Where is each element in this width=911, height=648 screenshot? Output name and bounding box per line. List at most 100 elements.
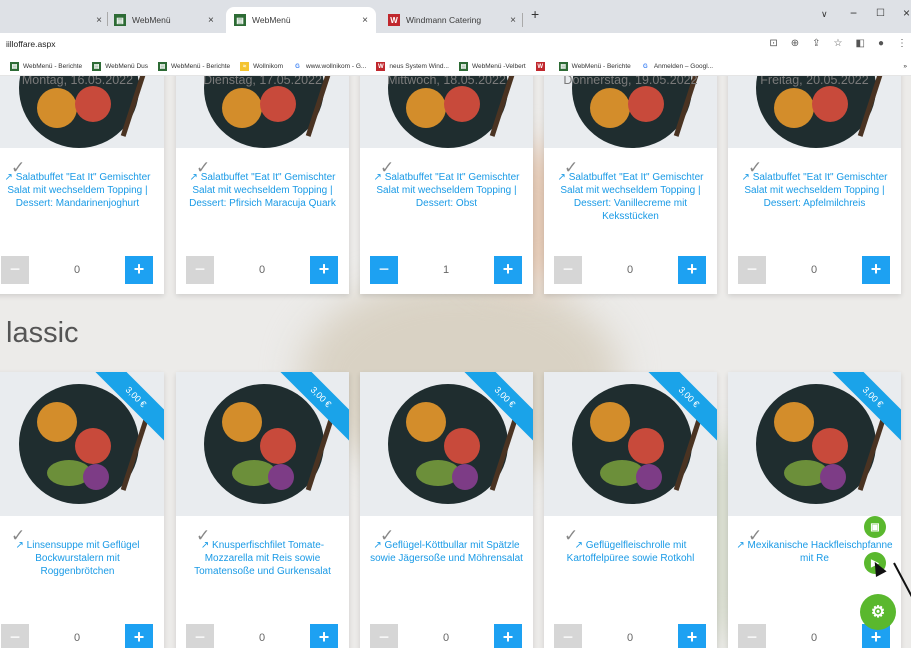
menu-description[interactable]: ↗ Knusperfischfilet Tomate-Mozzarella mi… — [176, 539, 349, 578]
bookmark-item[interactable]: ▤ WebMenü -Velbert — [458, 62, 526, 71]
food-image: Freitag, 20.05.2022 — [728, 76, 901, 148]
increment-button[interactable]: + — [678, 256, 706, 284]
quantity-value[interactable]: 1 — [404, 256, 488, 284]
food-detail — [452, 464, 478, 490]
increment-button[interactable]: + — [310, 624, 338, 648]
page-viewport: lassic Montag, 16.05.2022 ✓ ↗ Salatbuffe… — [0, 76, 911, 648]
decrement-button[interactable]: − — [186, 256, 214, 284]
tab-close-2[interactable]: × — [208, 7, 222, 33]
quantity-value[interactable]: 0 — [220, 256, 304, 284]
decrement-button[interactable]: − — [554, 256, 582, 284]
bookmark-item[interactable]: G Anmelden – Googl... — [641, 62, 713, 71]
food-detail — [222, 402, 262, 442]
bookmarks-overflow-icon[interactable]: » — [903, 63, 907, 70]
menu-icon[interactable]: ⋮ — [897, 38, 907, 49]
zoom-icon[interactable]: ⊕ — [791, 38, 799, 49]
close-icon[interactable]: × — [96, 15, 102, 26]
close-icon[interactable]: × — [510, 15, 516, 26]
star-icon[interactable]: ☆ — [834, 38, 843, 49]
new-tab-icon[interactable]: + — [531, 6, 539, 22]
bookmark-item[interactable]: W — [535, 62, 549, 71]
increment-button[interactable]: + — [494, 256, 522, 284]
food-detail — [636, 464, 662, 490]
menu-description[interactable]: ↗ Salatbuffet "Eat It" Gemischter Salat … — [544, 171, 717, 223]
decrement-button[interactable]: − — [370, 624, 398, 648]
quantity-value[interactable]: 0 — [404, 624, 488, 648]
increment-button[interactable]: + — [125, 256, 153, 284]
food-detail — [406, 402, 446, 442]
profile-icon[interactable]: ● — [878, 38, 884, 49]
browser-tab-2[interactable]: ▤ WebMenü — [110, 7, 218, 33]
menu-description[interactable]: ↗ Salatbuffet "Eat It" Gemischter Salat … — [728, 171, 901, 210]
quantity-value[interactable]: 0 — [588, 624, 672, 648]
quantity-value[interactable]: 0 — [588, 256, 672, 284]
browser-tab-3[interactable]: ▤ WebMenü × — [226, 7, 376, 33]
decrement-button[interactable]: − — [186, 624, 214, 648]
sidepanel-icon[interactable]: ◧ — [856, 38, 865, 49]
increment-button[interactable]: + — [678, 624, 706, 648]
bookmark-item[interactable]: Gwww.wollnikom - G... — [293, 62, 366, 71]
quantity-value[interactable]: 0 — [772, 624, 856, 648]
decrement-button[interactable]: − — [1, 624, 29, 648]
close-icon[interactable]: × — [362, 15, 368, 26]
food-detail — [83, 464, 109, 490]
window-close-icon[interactable]: × — [903, 6, 910, 20]
food-image: Mittwoch, 18.05.2022 — [360, 76, 533, 148]
bookmarks-bar: ▤ WebMenü - Berichte ▤ WebMenü Dus ▤ WebMen… — [0, 58, 911, 76]
decrement-button[interactable]: − — [738, 256, 766, 284]
gears-icon: ⚙ — [870, 604, 886, 621]
bookmark-item[interactable]: ▤ WebMenü Dus — [92, 62, 148, 71]
decrement-button[interactable]: − — [738, 624, 766, 648]
quantity-value[interactable]: 0 — [220, 624, 304, 648]
maximize-icon[interactable]: ☐ — [876, 8, 885, 19]
bookmark-item[interactable]: ▤ WebMenü - Berichte — [158, 62, 230, 71]
quantity-stepper: − 0 + — [554, 624, 706, 648]
quantity-stepper: − 1 + — [370, 256, 522, 284]
menu-description[interactable]: ↗ Geflügelfleischrolle mit Kartoffelpüre… — [544, 539, 717, 565]
increment-button[interactable]: + — [862, 256, 890, 284]
food-detail — [590, 88, 630, 128]
decrement-button[interactable]: − — [370, 256, 398, 284]
decrement-button[interactable]: − — [554, 624, 582, 648]
menu-description[interactable]: ↗ Salatbuffet "Eat It" Gemischter Salat … — [0, 171, 164, 210]
browser-tab-4[interactable]: W Windmann Catering × — [380, 7, 520, 33]
windmann-icon: W — [376, 62, 386, 71]
bookmark-item[interactable]: Wneus System Wind... — [376, 62, 449, 71]
share-icon[interactable]: ⇪ — [812, 38, 820, 49]
increment-button[interactable]: + — [310, 256, 338, 284]
food-detail — [75, 86, 111, 122]
increment-button[interactable]: + — [125, 624, 153, 648]
tab-divider — [107, 12, 108, 26]
menu-text: Geflügelfleischrolle mit Kartoffelpüree … — [566, 540, 695, 564]
date-label: Mittwoch, 18.05.2022 — [387, 76, 506, 87]
settings-button[interactable]: ⚙ — [860, 594, 896, 630]
quantity-value[interactable]: 0 — [35, 256, 119, 284]
edit-icon: ↗ — [736, 540, 748, 551]
edit-icon: ↗ — [200, 540, 213, 551]
url-field[interactable]: iilloffare.aspx — [6, 39, 55, 49]
install-icon[interactable]: ⊡ — [769, 38, 777, 49]
bookmark-item[interactable]: ▤ WebMenü - Berichte — [558, 62, 631, 71]
tab-title: WebMenü — [132, 15, 171, 25]
browser-tab-1[interactable]: × — [0, 7, 108, 33]
menu-description[interactable]: ↗ Salatbuffet "Eat It" Gemischter Salat … — [176, 171, 349, 210]
increment-button[interactable]: + — [494, 624, 522, 648]
quantity-value[interactable]: 0 — [772, 256, 856, 284]
minimize-icon[interactable]: − — [850, 6, 857, 20]
chevron-down-icon[interactable]: ∨ — [821, 9, 828, 20]
quantity-value[interactable]: 0 — [35, 624, 119, 648]
edit-icon: ↗ — [574, 540, 586, 551]
menu-description[interactable]: ↗ Geflügel-Köttbullar mit Spätzle sowie … — [360, 539, 533, 565]
save-button[interactable]: ▣ — [864, 516, 886, 538]
quantity-stepper: − 0 + — [370, 624, 522, 648]
bookmark-item[interactable]: ▤ WebMenü - Berichte — [10, 62, 82, 71]
close-icon[interactable]: × — [208, 15, 214, 26]
date-label: Freitag, 20.05.2022 — [760, 76, 869, 87]
webmenue-icon: ▤ — [92, 62, 102, 71]
webmenue-icon: ▤ — [114, 14, 126, 26]
decrement-button[interactable]: − — [1, 256, 29, 284]
menu-description[interactable]: ↗ Salatbuffet "Eat It" Gemischter Salat … — [360, 171, 533, 210]
menu-description[interactable]: ↗ Linsensuppe mit Geflügel Bockwurstaler… — [0, 539, 164, 578]
bookmark-item[interactable]: ≈ Wollnikom — [240, 62, 283, 71]
windmann-icon: W — [388, 14, 400, 26]
